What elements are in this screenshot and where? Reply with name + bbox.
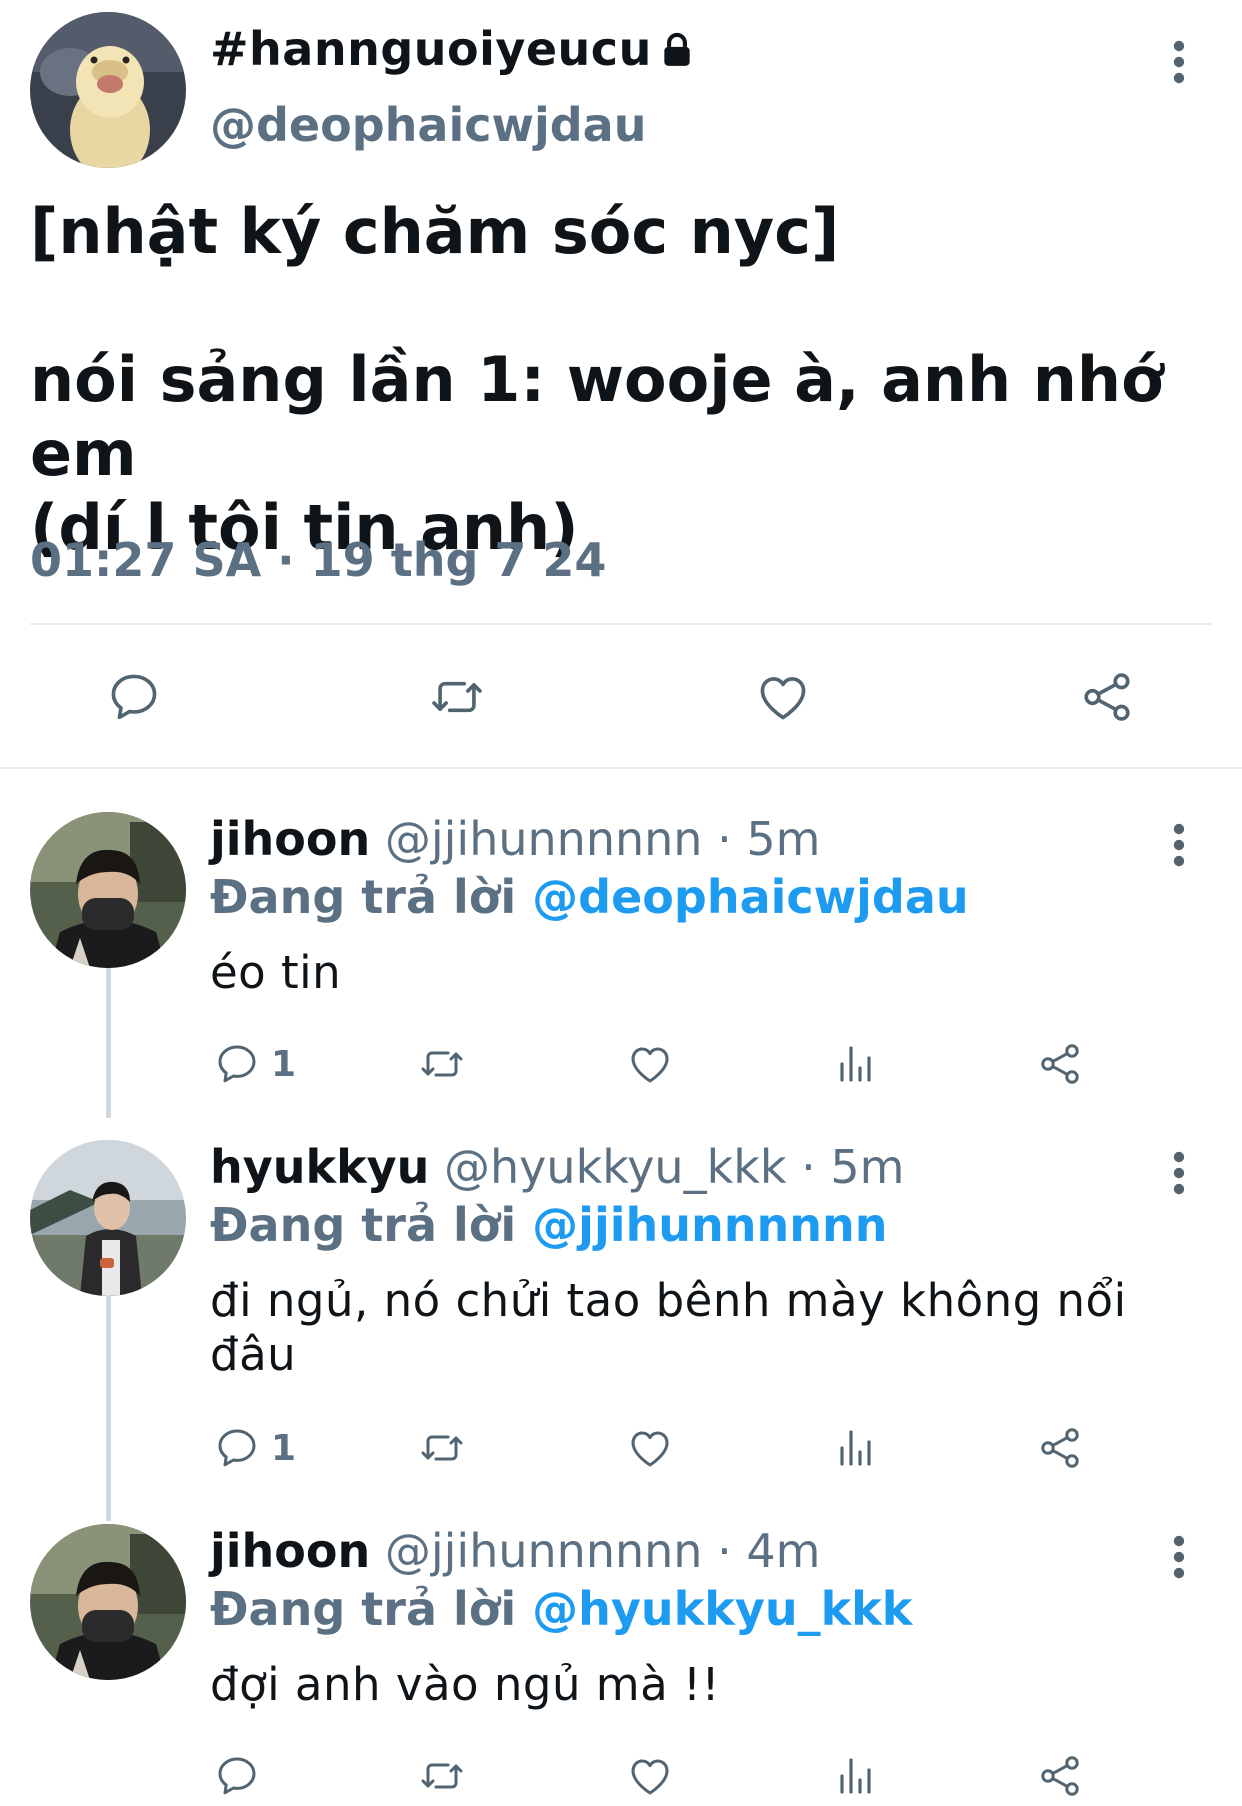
retweet-icon: [418, 1752, 466, 1800]
like-button[interactable]: [626, 1752, 674, 1800]
reply-button[interactable]: 1: [213, 1424, 296, 1472]
reply-icon: [213, 1752, 261, 1800]
more-options-icon[interactable]: [1169, 40, 1189, 84]
reply-text: éo tin: [210, 946, 342, 999]
reply-header: hyukkyu @hyukkyu_kkk · 5m: [210, 1140, 904, 1194]
share-icon: [1078, 668, 1136, 726]
duckling-avatar-icon: [30, 12, 186, 168]
views-bar-icon: [832, 1752, 880, 1800]
like-button[interactable]: [626, 1040, 674, 1088]
tweet-text: [nhật ký chăm sóc nyc] nói sảng lần 1: w…: [30, 195, 1164, 564]
reply-icon: [213, 1424, 261, 1472]
reply-text: đi ngủ, nó chửi tao bênh mày không nổi đ…: [210, 1274, 1127, 1381]
reply-author-name[interactable]: hyukkyu: [210, 1140, 429, 1194]
thread-line: [106, 968, 111, 1118]
reply-avatar[interactable]: [30, 1524, 186, 1680]
more-options-icon[interactable]: [1169, 1535, 1189, 1579]
share-button[interactable]: [1036, 1424, 1084, 1472]
divider: [0, 767, 1242, 769]
reply-author-name[interactable]: jihoon: [210, 812, 370, 866]
user-photo-icon: [30, 1140, 186, 1296]
retweet-button[interactable]: [428, 668, 486, 726]
retweet-button[interactable]: [418, 1752, 466, 1800]
reply-header: jihoon @jjihunnnnnn · 4m: [210, 1524, 820, 1578]
reply-header: jihoon @jjihunnnnnn · 5m: [210, 812, 820, 866]
heart-icon: [626, 1752, 674, 1800]
replying-to-mention[interactable]: @jjihunnnnnn: [532, 1198, 887, 1252]
heart-icon: [754, 668, 812, 726]
reply-time[interactable]: 4m: [746, 1524, 820, 1578]
replying-to-label: Đang trả lời: [210, 1582, 517, 1636]
views-button[interactable]: [832, 1424, 880, 1472]
divider: [30, 623, 1212, 625]
share-button[interactable]: [1078, 668, 1136, 726]
share-button[interactable]: [1036, 1040, 1084, 1088]
share-icon: [1036, 1752, 1084, 1800]
retweet-icon: [418, 1424, 466, 1472]
replying-to-label: Đang trả lời: [210, 870, 517, 924]
author-avatar[interactable]: [30, 12, 186, 168]
retweet-button[interactable]: [418, 1040, 466, 1088]
more-options-icon[interactable]: [1169, 823, 1189, 867]
reply-avatar[interactable]: [30, 812, 186, 968]
reply-icon: [105, 668, 163, 726]
reply-text: đợi anh vào ngủ mà !!: [210, 1658, 721, 1711]
thread-line: [106, 1296, 111, 1521]
separator-dot: ·: [717, 812, 732, 866]
tweet-timestamp[interactable]: 01:27 SA · 19 thg 7 24: [30, 533, 606, 587]
reply-button[interactable]: [105, 668, 163, 726]
reply-author-handle[interactable]: @hyukkyu_kkk: [444, 1140, 786, 1194]
heart-icon: [626, 1424, 674, 1472]
like-button[interactable]: [626, 1424, 674, 1472]
reply-avatar[interactable]: [30, 1140, 186, 1296]
replying-to-label: Đang trả lời: [210, 1198, 517, 1252]
reply-author-handle[interactable]: @jjihunnnnnn: [385, 1524, 703, 1578]
reply-button[interactable]: [213, 1752, 261, 1800]
retweet-button[interactable]: [418, 1424, 466, 1472]
reply-time[interactable]: 5m: [830, 1140, 904, 1194]
views-bar-icon: [832, 1040, 880, 1088]
heart-icon: [626, 1040, 674, 1088]
reply-count: 1: [271, 1427, 297, 1469]
retweet-icon: [418, 1040, 466, 1088]
author-handle[interactable]: @deophaicwjdau: [210, 98, 646, 152]
replying-to: Đang trả lời @deophaicwjdau: [210, 870, 969, 924]
user-photo-icon: [30, 812, 186, 968]
reply-icon: [213, 1040, 261, 1088]
lock-icon: [658, 26, 696, 80]
views-bar-icon: [832, 1424, 880, 1472]
retweet-icon: [428, 668, 486, 726]
author-display-name[interactable]: #hannguoiyeucu: [210, 22, 696, 80]
share-button[interactable]: [1036, 1752, 1084, 1800]
reply-author-name[interactable]: jihoon: [210, 1524, 370, 1578]
views-button[interactable]: [832, 1040, 880, 1088]
replying-to: Đang trả lời @jjihunnnnnn: [210, 1198, 887, 1252]
user-photo-icon: [30, 1524, 186, 1680]
replying-to: Đang trả lời @hyukkyu_kkk: [210, 1582, 912, 1636]
share-icon: [1036, 1424, 1084, 1472]
like-button[interactable]: [754, 668, 812, 726]
share-icon: [1036, 1040, 1084, 1088]
reply-author-handle[interactable]: @jjihunnnnnn: [385, 812, 703, 866]
more-options-icon[interactable]: [1169, 1151, 1189, 1195]
replying-to-mention[interactable]: @deophaicwjdau: [532, 870, 968, 924]
reply-time[interactable]: 5m: [746, 812, 820, 866]
replying-to-mention[interactable]: @hyukkyu_kkk: [532, 1582, 912, 1636]
reply-button[interactable]: 1: [213, 1040, 296, 1088]
views-button[interactable]: [832, 1752, 880, 1800]
separator-dot: ·: [801, 1140, 816, 1194]
reply-count: 1: [271, 1043, 297, 1085]
separator-dot: ·: [717, 1524, 732, 1578]
